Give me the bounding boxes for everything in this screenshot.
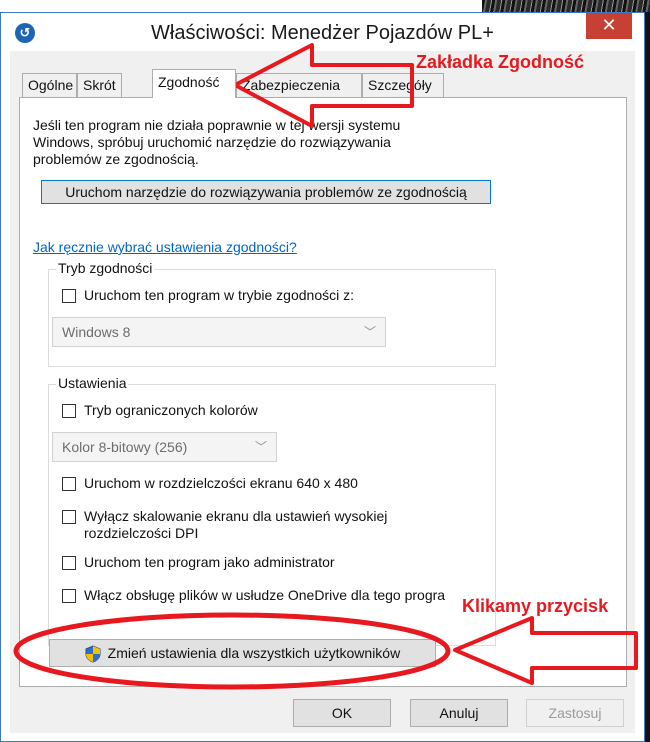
arrow-annotation bbox=[453, 616, 638, 685]
button-note-annotation: Klikamy przycisk bbox=[462, 596, 609, 616]
annotation-overlay bbox=[13, 43, 638, 690]
tab-compatibility[interactable]: Zgodność bbox=[152, 69, 236, 98]
ellipse-annotation bbox=[13, 612, 451, 690]
tab-note-annotation: Zakładka Zgodność bbox=[416, 52, 585, 72]
arrow-annotation bbox=[233, 43, 414, 128]
